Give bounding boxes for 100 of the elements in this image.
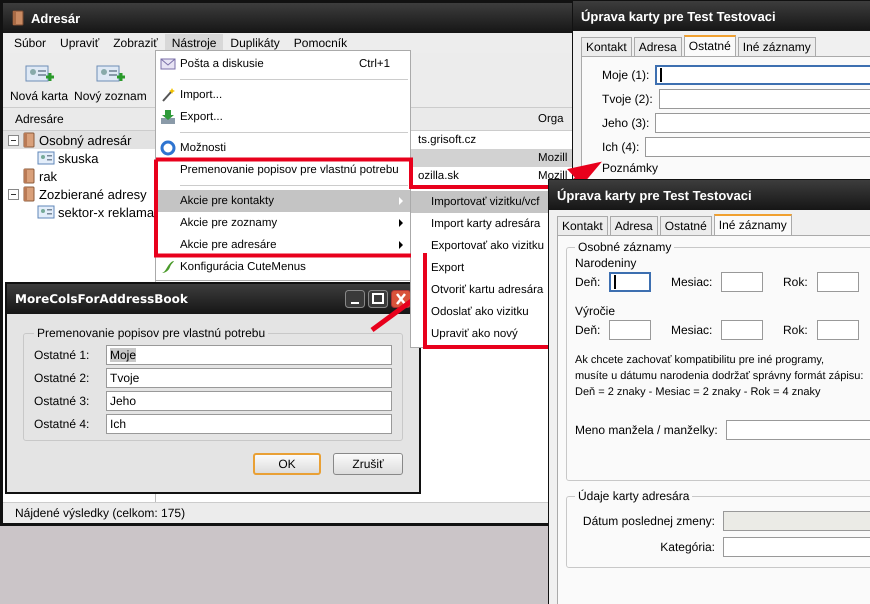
tab[interactable]: Kontakt (557, 216, 608, 235)
note-text: Ak chcete zachovať kompatibilitu pre iné programy, (575, 353, 826, 368)
book-icon (11, 10, 25, 26)
book-icon (22, 168, 36, 184)
tab[interactable]: Iné záznamy (738, 37, 816, 56)
field-label: Meno manžela / manželky: (575, 423, 718, 437)
menu-item[interactable]: Súbor (7, 34, 54, 52)
field-label: Tvoje (2): (602, 92, 653, 106)
field-label: Ich (4): (602, 140, 640, 154)
field-label: Ostatné 3: (34, 394, 90, 408)
input-field[interactable]: Moje (106, 345, 392, 365)
menu-item[interactable]: Akcie pre kontakty (156, 190, 410, 212)
field-label: Ostatné 4: (34, 417, 90, 431)
menu-item[interactable]: Duplikáty (223, 34, 287, 52)
input-field[interactable] (609, 320, 651, 340)
input-field[interactable] (726, 420, 870, 440)
menu-item[interactable]: Akcie pre zoznamy (156, 212, 410, 234)
menu-item[interactable]: Exportovať ako vizitku (411, 235, 549, 257)
input-field[interactable] (721, 272, 763, 292)
group-title: Premenovanie popisov pre vlastnú potrebu (36, 326, 266, 340)
section-label: Narodeniny (575, 256, 638, 270)
field-label: Ostatné 1: (34, 348, 90, 362)
menu-item[interactable]: Export... (156, 106, 410, 128)
note-text: musíte u dátumu narodenia dodržať správny formát zápisu: (575, 369, 864, 384)
shortcut-label: Ctrl+1 (359, 58, 391, 70)
group-title: Osobné záznamy (577, 240, 672, 254)
menu-item[interactable]: Možnosti (156, 137, 410, 159)
envelope-icon (160, 56, 176, 72)
input-field[interactable]: Jeho (106, 391, 392, 411)
download-tray-icon (160, 109, 176, 125)
tree-item[interactable]: skuska (3, 149, 155, 167)
tree-item[interactable]: rak (3, 167, 155, 185)
input-field[interactable] (723, 537, 870, 557)
field-label: Deň: (575, 275, 602, 289)
input-field[interactable] (609, 272, 651, 292)
menu-item[interactable]: Export (411, 257, 549, 279)
menu-item[interactable]: Import... (156, 84, 410, 106)
tab[interactable]: Kontakt (581, 37, 632, 56)
book-icon (22, 186, 36, 202)
menu-item[interactable]: Akcie pre adresáre (156, 234, 410, 256)
ok-button[interactable]: OK (253, 453, 321, 475)
input-field[interactable] (817, 272, 859, 292)
toolbar-button[interactable]: Nový zoznam (71, 63, 150, 103)
tab[interactable]: Iné záznamy (714, 214, 792, 235)
input-field[interactable]: Ich (106, 414, 392, 434)
table-cell: ozilla.sk (418, 170, 459, 182)
tab[interactable]: Ostatné (684, 35, 736, 56)
field-label: Mesiac: (671, 323, 714, 337)
tree-item[interactable]: Osobný adresár (3, 131, 155, 149)
menu-item[interactable]: Premenovanie popisov pre vlastnú potrebu (156, 159, 410, 181)
toolbar-button[interactable]: Nová karta (7, 63, 72, 103)
field-label: Jeho (3): (602, 116, 650, 130)
book-icon (22, 132, 36, 148)
input-field[interactable] (645, 137, 870, 157)
menu-item[interactable]: Upraviť (53, 34, 106, 52)
menu-item[interactable]: Otvoriť kartu adresára (411, 279, 549, 301)
maximize-icon[interactable] (368, 290, 388, 308)
note-text: Deň = 2 znaky - Mesiac = 2 znaky - Rok = 4 znaky (575, 385, 822, 400)
contact-card-icon (37, 205, 55, 219)
input-field[interactable]: Tvoje (106, 368, 392, 388)
field-label: Kategória: (659, 540, 715, 554)
tab[interactable]: Adresa (610, 216, 658, 235)
menu-item[interactable]: Import karty adresára (411, 213, 549, 235)
section-label: Výročie (575, 304, 616, 318)
lizard-icon (160, 259, 176, 275)
field-label: Rok: (783, 275, 809, 289)
submenu-arrow-icon (398, 241, 404, 249)
group-title: Poznámky (602, 161, 658, 175)
magic-wand-icon (160, 87, 176, 103)
table-cell: Mozill (538, 170, 568, 182)
field-label: Mesiac: (671, 275, 714, 289)
menu-item[interactable]: Pomocník (286, 34, 354, 52)
collapse-toggle-icon[interactable] (8, 188, 19, 200)
input-field[interactable] (655, 65, 870, 85)
input-field[interactable] (817, 320, 859, 340)
window-title: MoreColsForAddressBook (15, 292, 188, 306)
cancel-button[interactable]: Zrušiť (333, 453, 403, 475)
tab[interactable]: Ostatné (660, 216, 712, 235)
minimize-icon[interactable] (345, 290, 365, 308)
window-title: Adresár (31, 10, 80, 26)
column-header[interactable]: Orga (538, 113, 564, 125)
menu-item[interactable]: Zobraziť (106, 34, 165, 52)
field-label: Moje (1): (602, 68, 650, 82)
tab[interactable]: Adresa (634, 37, 682, 56)
input-field[interactable] (721, 320, 763, 340)
menu-item[interactable]: Importovať vizitku/vcf (411, 191, 549, 213)
menu-item[interactable]: Pošta a diskusie Ctrl+1 (156, 53, 410, 75)
input-field[interactable] (658, 89, 870, 109)
tree-item[interactable]: Zozbierané adresy (3, 185, 155, 203)
collapse-toggle-icon[interactable] (8, 134, 19, 146)
gear-icon (160, 140, 176, 156)
tree-item[interactable]: sektor-x reklama (3, 203, 155, 221)
menu-item[interactable]: Konfigurácia CuteMenus (156, 256, 410, 278)
input-field[interactable] (655, 113, 870, 133)
menu-item[interactable]: Odoslať ako vizitku (411, 301, 549, 323)
table-cell: ts.grisoft.cz (418, 134, 476, 146)
window-title: Úprava karty pre Test Testovaci (581, 8, 776, 24)
submenu-arrow-icon (398, 197, 404, 205)
window-title: Úprava karty pre Test Testovaci (557, 188, 752, 202)
menu-item[interactable]: Upraviť ako nový (411, 323, 549, 345)
